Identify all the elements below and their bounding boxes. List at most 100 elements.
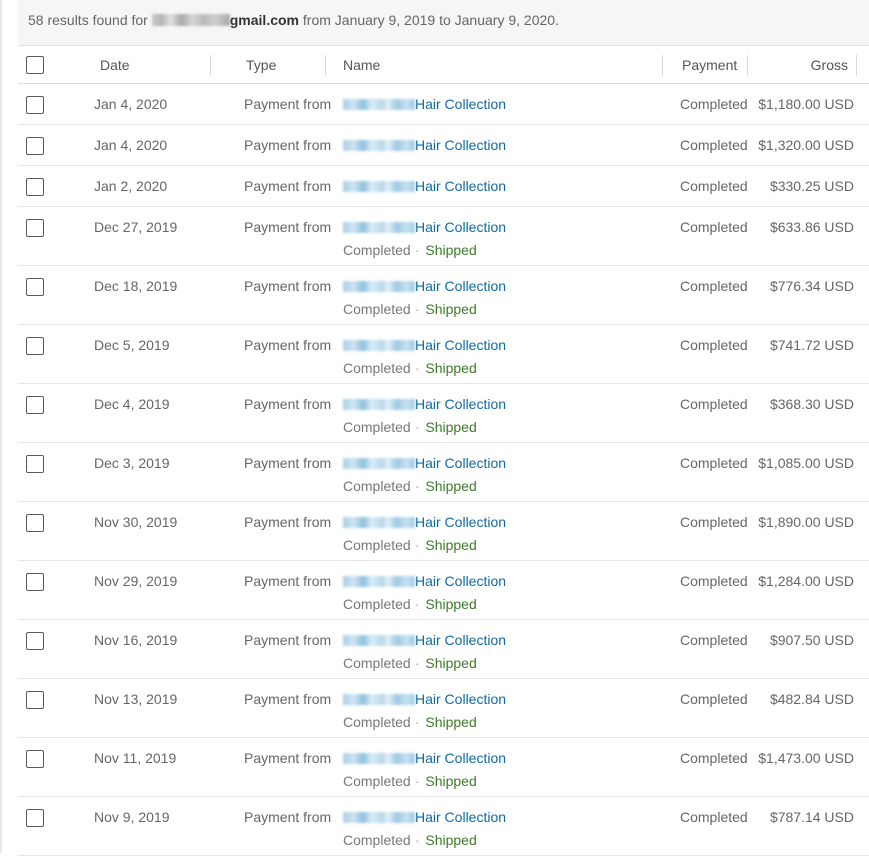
status-separator: · bbox=[414, 360, 420, 376]
customer-name-link[interactable]: Hair Collection bbox=[415, 178, 506, 194]
row-name: Hair Collection bbox=[343, 691, 506, 707]
row-type: Payment from bbox=[244, 455, 332, 471]
customer-name-link[interactable]: Hair Collection bbox=[415, 278, 506, 294]
status-separator: · bbox=[414, 714, 420, 730]
table-row[interactable]: Jan 4, 2020 Payment from Hair Collection Co… bbox=[18, 125, 869, 166]
shipping-status-label: Shipped bbox=[425, 419, 477, 435]
row-select-checkbox[interactable] bbox=[26, 219, 44, 237]
column-divider[interactable] bbox=[856, 55, 857, 76]
column-header-name[interactable]: Name bbox=[343, 57, 380, 73]
row-gross-amount: $776.34 USD bbox=[769, 278, 854, 294]
customer-name-link[interactable]: Hair Collection bbox=[415, 137, 506, 153]
customer-name-link[interactable]: Hair Collection bbox=[415, 455, 506, 471]
row-name: Hair Collection bbox=[343, 514, 506, 530]
table-row[interactable]: Jan 2, 2020 Payment from Hair Collection Co… bbox=[18, 166, 869, 207]
row-select-checkbox[interactable] bbox=[26, 750, 44, 768]
select-all-checkbox[interactable] bbox=[26, 56, 44, 74]
shipping-status-label: Shipped bbox=[425, 714, 477, 730]
row-select-checkbox[interactable] bbox=[26, 632, 44, 650]
column-header-date[interactable]: Date bbox=[100, 57, 130, 73]
row-payment-status: Completed bbox=[680, 632, 748, 648]
redacted-customer-name[interactable] bbox=[343, 399, 415, 410]
customer-name-link[interactable]: Hair Collection bbox=[415, 96, 506, 112]
customer-name-link[interactable]: Hair Collection bbox=[415, 396, 506, 412]
customer-name-link[interactable]: Hair Collection bbox=[415, 809, 506, 825]
row-name: Hair Collection bbox=[343, 137, 506, 153]
table-row[interactable]: Nov 16, 2019 Payment from Hair Collection C… bbox=[18, 620, 869, 679]
column-header-payment[interactable]: Payment bbox=[682, 57, 737, 73]
redacted-customer-name[interactable] bbox=[343, 812, 415, 823]
column-header-type[interactable]: Type bbox=[246, 57, 276, 73]
column-divider[interactable] bbox=[662, 55, 663, 76]
row-select-checkbox[interactable] bbox=[26, 278, 44, 296]
table-row[interactable]: Nov 11, 2019 Payment from Hair Collection C… bbox=[18, 738, 869, 797]
row-order-status: Completed · Shipped bbox=[343, 655, 477, 671]
row-date: Jan 2, 2020 bbox=[94, 178, 168, 194]
row-select-checkbox[interactable] bbox=[26, 514, 44, 532]
redacted-customer-name[interactable] bbox=[343, 99, 415, 110]
customer-name-link[interactable]: Hair Collection bbox=[415, 691, 506, 707]
row-select-checkbox[interactable] bbox=[26, 809, 44, 827]
column-header-gross[interactable]: Gross bbox=[811, 57, 848, 73]
shipping-status-label: Shipped bbox=[425, 242, 477, 258]
row-payment-status: Completed bbox=[680, 278, 748, 294]
column-divider[interactable] bbox=[210, 55, 211, 76]
order-status-label: Completed bbox=[343, 537, 411, 553]
row-type: Payment from bbox=[244, 337, 332, 353]
results-email-domain: gmail.com bbox=[229, 12, 299, 28]
row-name: Hair Collection bbox=[343, 750, 506, 766]
shipping-status-label: Shipped bbox=[425, 360, 477, 376]
table-row[interactable]: Nov 30, 2019 Payment from Hair Collection C… bbox=[18, 502, 869, 561]
table-row[interactable]: Dec 3, 2019 Payment from Hair Collection Co… bbox=[18, 443, 869, 502]
table-row[interactable]: Dec 18, 2019 Payment from Hair Collection C… bbox=[18, 266, 869, 325]
row-select-checkbox[interactable] bbox=[26, 573, 44, 591]
table-row[interactable]: Nov 29, 2019 Payment from Hair Collection C… bbox=[18, 561, 869, 620]
row-select-checkbox[interactable] bbox=[26, 396, 44, 414]
table-row[interactable]: Nov 9, 2019 Payment from Hair Collection Co… bbox=[18, 797, 869, 856]
table-row[interactable]: Nov 13, 2019 Payment from Hair Collection C… bbox=[18, 679, 869, 738]
customer-name-link[interactable]: Hair Collection bbox=[415, 632, 506, 648]
redacted-customer-name[interactable] bbox=[343, 140, 415, 151]
row-name: Hair Collection bbox=[343, 219, 506, 235]
status-separator: · bbox=[414, 596, 420, 612]
table-row[interactable]: Dec 27, 2019 Payment from Hair Collection C… bbox=[18, 207, 869, 266]
shipping-status-label: Shipped bbox=[425, 832, 477, 848]
row-type: Payment from bbox=[244, 178, 332, 194]
customer-name-link[interactable]: Hair Collection bbox=[415, 750, 506, 766]
redacted-customer-name[interactable] bbox=[343, 340, 415, 351]
table-row[interactable]: Jan 4, 2020 Payment from Hair Collection Co… bbox=[18, 84, 869, 125]
status-separator: · bbox=[414, 832, 420, 848]
redacted-customer-name[interactable] bbox=[343, 635, 415, 646]
customer-name-link[interactable]: Hair Collection bbox=[415, 219, 506, 235]
customer-name-link[interactable]: Hair Collection bbox=[415, 514, 506, 530]
row-gross-amount: $787.14 USD bbox=[769, 809, 854, 825]
redacted-customer-name[interactable] bbox=[343, 281, 415, 292]
row-select-checkbox[interactable] bbox=[26, 337, 44, 355]
redacted-customer-name[interactable] bbox=[343, 576, 415, 587]
redacted-customer-name[interactable] bbox=[343, 181, 415, 192]
status-separator: · bbox=[414, 301, 420, 317]
row-payment-status: Completed bbox=[680, 337, 748, 353]
redacted-customer-name[interactable] bbox=[343, 694, 415, 705]
table-row[interactable]: Dec 4, 2019 Payment from Hair Collection Co… bbox=[18, 384, 869, 443]
redacted-customer-name[interactable] bbox=[343, 458, 415, 469]
customer-name-link[interactable]: Hair Collection bbox=[415, 337, 506, 353]
column-divider[interactable] bbox=[747, 55, 748, 76]
row-select-checkbox[interactable] bbox=[26, 455, 44, 473]
row-order-status: Completed · Shipped bbox=[343, 478, 477, 494]
order-status-label: Completed bbox=[343, 714, 411, 730]
redacted-customer-name[interactable] bbox=[343, 222, 415, 233]
row-select-checkbox[interactable] bbox=[26, 691, 44, 709]
order-status-label: Completed bbox=[343, 301, 411, 317]
column-divider[interactable] bbox=[325, 55, 326, 76]
row-date: Nov 16, 2019 bbox=[94, 632, 178, 648]
row-select-checkbox[interactable] bbox=[26, 96, 44, 114]
redacted-customer-name[interactable] bbox=[343, 517, 415, 528]
row-select-checkbox[interactable] bbox=[26, 137, 44, 155]
customer-name-link[interactable]: Hair Collection bbox=[415, 573, 506, 589]
redacted-email-local-part bbox=[151, 14, 230, 26]
redacted-customer-name[interactable] bbox=[343, 753, 415, 764]
row-gross-amount: $907.50 USD bbox=[769, 632, 854, 648]
table-row[interactable]: Dec 5, 2019 Payment from Hair Collection Co… bbox=[18, 325, 869, 384]
row-select-checkbox[interactable] bbox=[26, 178, 44, 196]
